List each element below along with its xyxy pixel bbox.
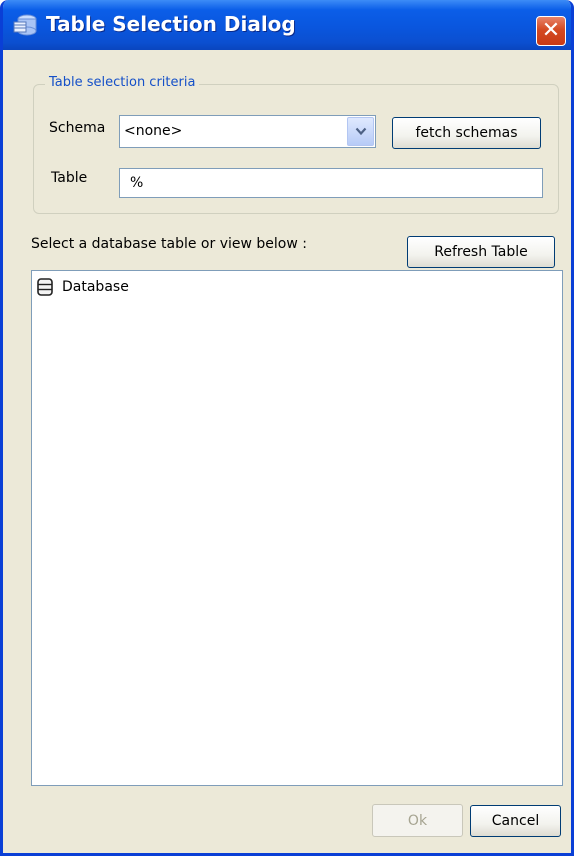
dropdown-button[interactable] <box>347 117 374 146</box>
fetch-schemas-button[interactable]: fetch schemas <box>392 117 541 149</box>
table-selection-dialog: Table Selection Dialog ✕ Table selection… <box>0 0 574 856</box>
title-bar[interactable]: Table Selection Dialog ✕ <box>3 0 571 50</box>
cancel-button[interactable]: Cancel <box>470 805 561 837</box>
tree-node-label: Database <box>62 279 129 295</box>
ok-button[interactable]: Ok <box>372 804 463 837</box>
schema-dropdown[interactable]: <none> <box>119 115 376 148</box>
table-filter-value: % <box>130 175 144 191</box>
table-tree[interactable]: Database <box>31 270 563 786</box>
table-filter-input[interactable]: % <box>119 168 543 198</box>
criteria-legend: Table selection criteria <box>45 75 200 90</box>
close-button[interactable]: ✕ <box>536 16 566 46</box>
table-icon <box>13 14 37 36</box>
schema-label: Schema <box>49 120 106 136</box>
table-label: Table <box>51 170 88 186</box>
tree-node-database[interactable]: Database <box>36 277 129 297</box>
window-title: Table Selection Dialog <box>46 12 296 36</box>
chevron-down-icon <box>355 127 366 136</box>
database-icon <box>37 278 53 296</box>
schema-value: <none> <box>124 123 183 139</box>
select-table-prompt: Select a database table or view below : <box>31 236 307 252</box>
close-icon: ✕ <box>541 18 561 43</box>
refresh-table-button[interactable]: Refresh Table <box>407 236 555 268</box>
